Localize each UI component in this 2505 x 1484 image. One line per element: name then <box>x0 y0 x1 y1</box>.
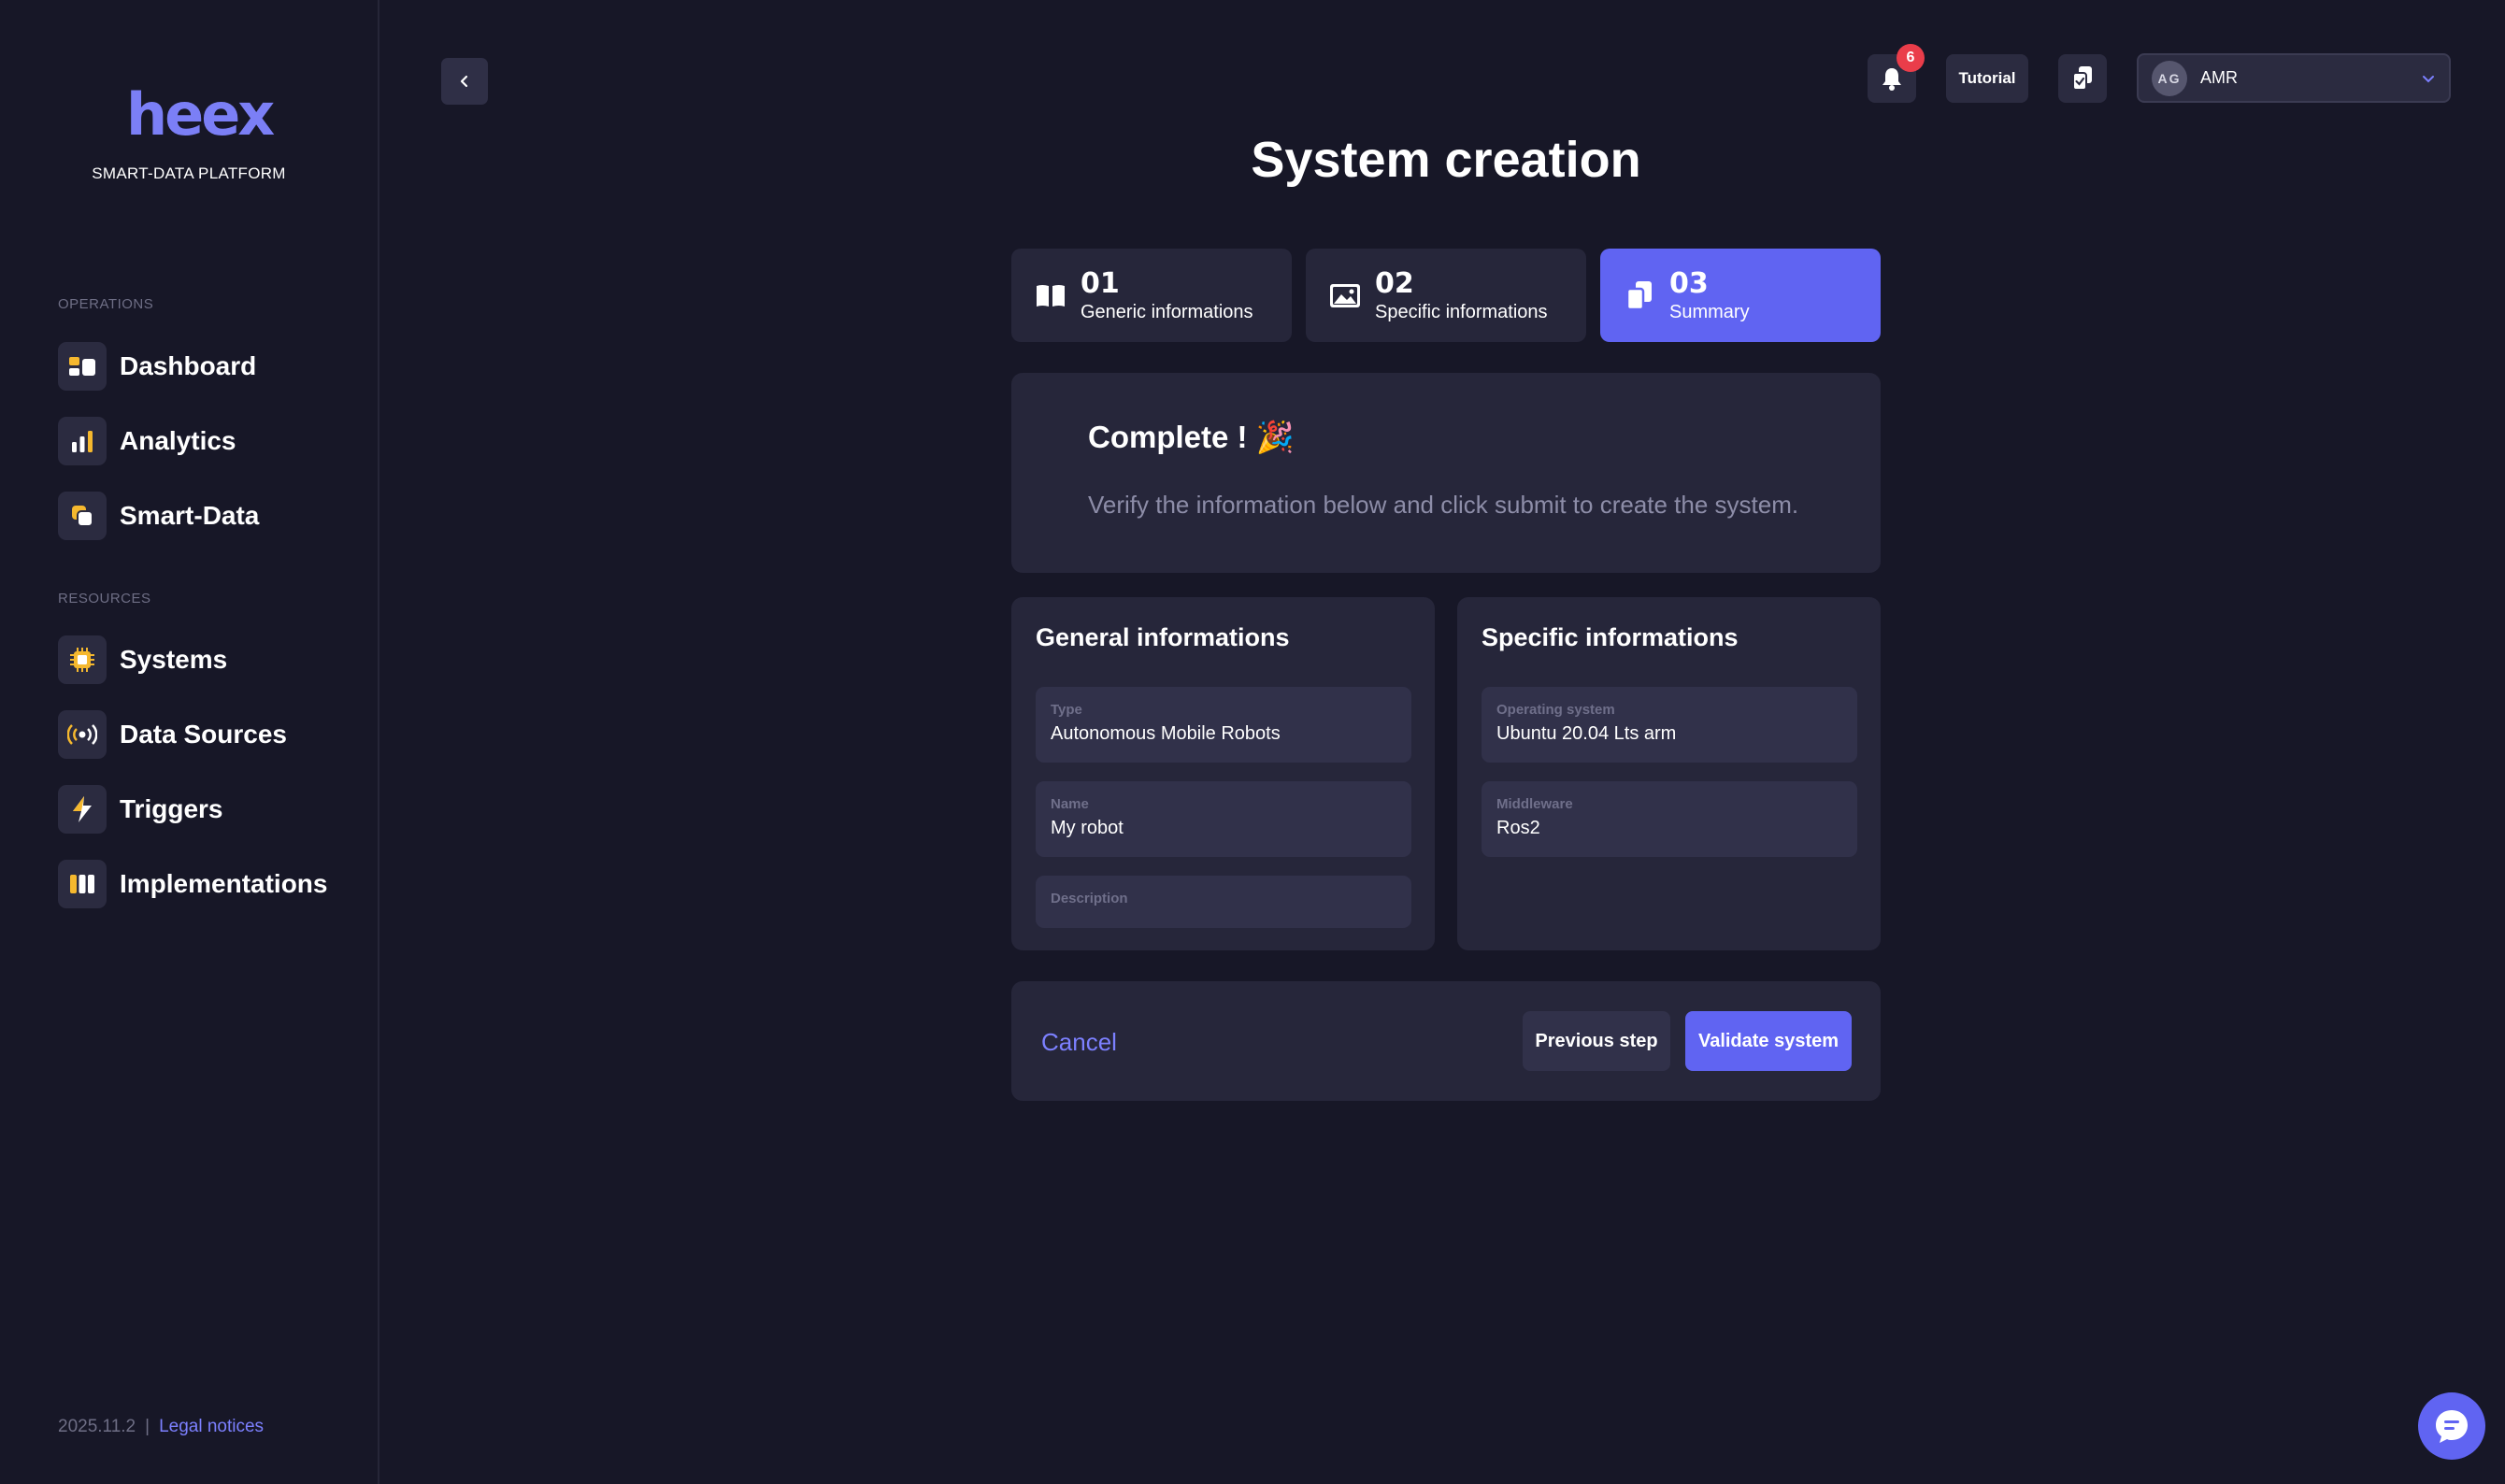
step-label: Summary <box>1669 301 1750 322</box>
sidebar-item-smart-data[interactable]: Smart-Data <box>58 490 259 542</box>
sidebar-item-label: Smart-Data <box>120 501 260 530</box>
field-value: Ros2 <box>1496 818 1540 838</box>
sidebar-item-dashboard[interactable]: Dashboard <box>58 340 256 392</box>
step-label: Generic informations <box>1081 301 1253 322</box>
tutorial-button[interactable]: Tutorial <box>1946 54 2028 103</box>
step-summary[interactable]: 03 Summary <box>1600 249 1881 342</box>
lightning-icon <box>58 785 107 834</box>
step-number: 03 <box>1669 266 1709 300</box>
app-version: 2025.11.2 <box>58 1417 136 1436</box>
bell-icon <box>1882 68 1901 91</box>
sidebar-item-implementations[interactable]: Implementations <box>58 858 327 910</box>
validate-system-button[interactable]: Validate system <box>1685 1011 1852 1071</box>
columns-icon <box>58 860 107 908</box>
field-value: My robot <box>1051 818 1124 838</box>
section-label-resources: RESOURCES <box>58 591 151 606</box>
image-icon <box>1330 284 1360 307</box>
operating-system-field: Operating system Ubuntu 20.04 Lts arm <box>1482 687 1857 763</box>
field-label: Description <box>1051 891 1128 906</box>
step-generic-informations[interactable]: 01 Generic informations <box>1011 249 1292 342</box>
sidebar-item-label: Triggers <box>120 794 223 823</box>
chevron-down-icon <box>2423 75 2434 82</box>
sidebar-footer: 2025.11.2 | Legal notices <box>58 1417 264 1437</box>
field-label: Type <box>1051 702 1082 718</box>
user-name: AMR <box>2200 68 2238 87</box>
previous-step-button[interactable]: Previous step <box>1523 1011 1670 1071</box>
cancel-button[interactable]: Cancel <box>1041 1028 1117 1057</box>
heex-logo[interactable]: heex <box>126 80 275 149</box>
sidebar-item-label: Analytics <box>120 426 236 455</box>
sidebar-item-label: Implementations <box>120 869 328 898</box>
field-value: Autonomous Mobile Robots <box>1051 723 1281 744</box>
specific-informations-title: Specific informations <box>1482 623 1739 651</box>
section-label-operations: OPERATIONS <box>58 296 154 312</box>
legal-notices-link[interactable]: Legal notices <box>159 1417 264 1436</box>
description-field: Description <box>1036 876 1411 928</box>
sidebar: heex SMART-DATA PLATFORM OPERATIONS Dash… <box>0 0 379 1484</box>
chat-bubble-icon <box>2436 1410 2468 1443</box>
bar-chart-icon <box>58 417 107 465</box>
name-field: Name My robot <box>1036 781 1411 857</box>
field-value: Ubuntu 20.04 Lts arm <box>1496 723 1677 744</box>
field-label: Name <box>1051 796 1089 812</box>
back-button[interactable] <box>441 58 488 105</box>
chat-support-button[interactable] <box>2418 1392 2485 1460</box>
broadcast-icon <box>58 710 107 759</box>
app-root: heex SMART-DATA PLATFORM OPERATIONS Dash… <box>0 0 2505 1484</box>
avatar: AG <box>2152 60 2187 96</box>
field-label: Operating system <box>1496 702 1615 718</box>
footer-separator: | <box>145 1417 150 1436</box>
step-number: 01 <box>1081 266 1120 300</box>
sidebar-item-data-sources[interactable]: Data Sources <box>58 708 287 761</box>
sidebar-item-label: Data Sources <box>120 720 287 749</box>
copy-docs-icon <box>1625 281 1652 311</box>
specific-informations-card: Specific informations Operating system U… <box>1457 597 1881 950</box>
smart-data-icon <box>58 492 107 540</box>
notification-count-badge: 6 <box>1897 44 1925 72</box>
complete-title: Complete ! 🎉 <box>1088 420 1295 454</box>
dashboard-icon <box>58 342 107 391</box>
chip-icon <box>58 635 107 684</box>
step-specific-informations[interactable]: 02 Specific informations <box>1306 249 1586 342</box>
book-icon <box>1037 285 1065 307</box>
platform-tagline: SMART-DATA PLATFORM <box>92 164 286 182</box>
actions-bar: Cancel Previous step Validate system <box>1011 981 1881 1101</box>
complete-description: Verify the information below and click s… <box>1088 491 1799 519</box>
copy-check-icon <box>2072 66 2092 91</box>
sidebar-item-label: Dashboard <box>120 351 257 380</box>
page-title: System creation <box>1251 132 1641 188</box>
documents-button[interactable] <box>2058 54 2107 103</box>
sidebar-item-systems[interactable]: Systems <box>58 634 227 686</box>
step-label: Specific informations <box>1375 301 1548 322</box>
sidebar-item-label: Systems <box>120 645 228 674</box>
type-field: Type Autonomous Mobile Robots <box>1036 687 1411 763</box>
general-informations-card: General informations Type Autonomous Mob… <box>1011 597 1435 950</box>
general-informations-title: General informations <box>1036 623 1290 651</box>
user-selector[interactable]: AG AMR <box>2137 53 2451 103</box>
sidebar-item-analytics[interactable]: Analytics <box>58 415 236 467</box>
step-number: 02 <box>1375 266 1414 300</box>
chevron-left-icon <box>460 75 468 88</box>
field-label: Middleware <box>1496 796 1573 812</box>
middleware-field: Middleware Ros2 <box>1482 781 1857 857</box>
sidebar-item-triggers[interactable]: Triggers <box>58 783 222 835</box>
complete-card: Complete ! 🎉 Verify the information belo… <box>1011 373 1881 573</box>
